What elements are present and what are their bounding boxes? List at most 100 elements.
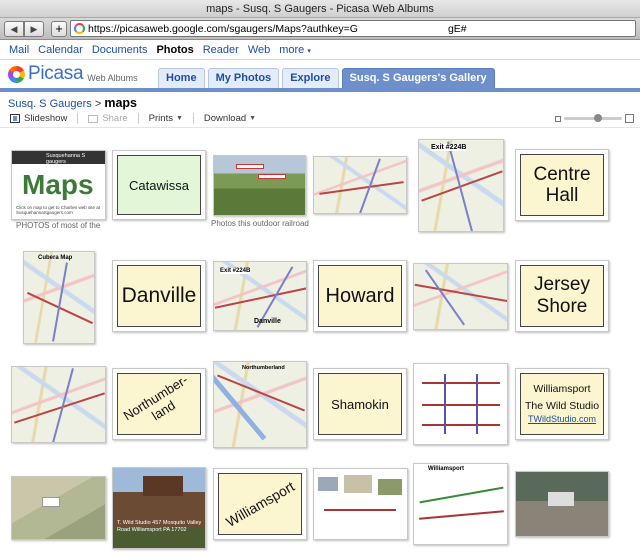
slideshow-label: Slideshow bbox=[24, 113, 68, 124]
map-river bbox=[424, 269, 466, 326]
browser-window: maps - Susq. S Gaugers - Picasa Web Albu… bbox=[0, 0, 640, 558]
divider bbox=[137, 113, 139, 124]
photo-howard[interactable]: Howard bbox=[313, 260, 407, 332]
map-label: Northumberland bbox=[242, 365, 285, 371]
maps-card-note: Click on map to get to Charlies web site… bbox=[16, 205, 101, 215]
photo-railroad-field[interactable] bbox=[213, 155, 306, 216]
road-map bbox=[414, 264, 507, 329]
small-thumbnail-icon bbox=[555, 115, 561, 122]
road-map bbox=[12, 367, 105, 442]
track-diagram bbox=[414, 364, 507, 444]
prints-label: Prints bbox=[148, 113, 173, 124]
house-photo bbox=[516, 472, 608, 536]
thumbnail-size-slider[interactable] bbox=[555, 114, 634, 123]
breadcrumb-owner-link[interactable]: Susq. S Gaugers bbox=[8, 98, 92, 110]
wild-studio-link[interactable]: TWildStudio.com bbox=[528, 413, 596, 426]
photo-map-area[interactable] bbox=[313, 156, 407, 214]
gbar-reader-link[interactable]: Reader bbox=[203, 44, 239, 56]
slideshow-button[interactable]: Slideshow bbox=[10, 113, 67, 124]
back-arrow-icon[interactable]: ◀ bbox=[4, 20, 24, 37]
track-line bbox=[444, 374, 446, 434]
roof bbox=[143, 476, 183, 496]
gbar-more-label: more bbox=[279, 43, 305, 56]
photo-location-collage[interactable] bbox=[313, 468, 408, 540]
photo-shamokin[interactable]: Shamokin bbox=[313, 368, 407, 440]
photo-layout-diagram[interactable] bbox=[413, 363, 508, 445]
photo-catawissa[interactable]: Catawissa bbox=[112, 150, 206, 220]
gbar-mail-link[interactable]: Mail bbox=[9, 44, 29, 56]
card-shamokin: Shamokin bbox=[318, 373, 402, 435]
maps-card-header: Susquehanna S gaugers bbox=[46, 153, 86, 165]
track-line bbox=[422, 404, 500, 406]
photo-grid: Susquehanna S gaugers Maps Click on map … bbox=[0, 131, 640, 558]
photo-northumberland-map[interactable]: Northumberland bbox=[213, 361, 307, 448]
maps-card-title: Maps bbox=[22, 169, 94, 200]
line-map bbox=[414, 464, 507, 544]
northumberland-label: Northumber- land bbox=[120, 371, 190, 424]
photo-studio-building[interactable]: T. Wild Studio 457 Mosquito Valley Road … bbox=[112, 467, 206, 549]
photo-exit-224b-map[interactable]: Exit #224B bbox=[418, 139, 504, 232]
picasa-pinwheel-icon bbox=[8, 65, 25, 83]
card-wild-studio: Williamsport The Wild Studio TWildStudio… bbox=[520, 373, 604, 435]
slider-track[interactable] bbox=[564, 114, 622, 122]
gbar-web-link[interactable]: Web bbox=[248, 44, 270, 56]
address-bar[interactable]: https://picasaweb.google.com/sgaugers/Ma… bbox=[70, 20, 636, 37]
photo-house[interactable] bbox=[515, 471, 609, 537]
chevron-down-icon: ▼ bbox=[175, 115, 183, 122]
prints-menu[interactable]: Prints ▼ bbox=[149, 113, 183, 124]
photo-williamsport[interactable]: Williamsport bbox=[213, 468, 307, 540]
gbar-calendar-link[interactable]: Calendar bbox=[38, 44, 83, 56]
window-title: maps - Susq. S Gaugers - Picasa Web Albu… bbox=[0, 0, 640, 18]
forward-arrow-icon[interactable]: ▶ bbox=[24, 20, 44, 37]
photo-label-box bbox=[258, 174, 286, 179]
share-label: Share bbox=[102, 113, 128, 124]
photo-danville[interactable]: Danville bbox=[112, 260, 206, 332]
map-road bbox=[419, 510, 504, 520]
photo-danville-map[interactable]: Exit #224B Danville bbox=[213, 261, 307, 331]
large-thumbnail-icon bbox=[625, 114, 634, 123]
photo-wild-studio[interactable]: Williamsport The Wild Studio TWildStudio… bbox=[515, 368, 609, 440]
road-map bbox=[214, 362, 306, 447]
google-bar: Mail Calendar Documents Photos Reader We… bbox=[0, 40, 640, 60]
photo-region-map[interactable] bbox=[11, 366, 106, 443]
slider-handle[interactable] bbox=[594, 114, 602, 122]
map-road bbox=[214, 287, 306, 309]
photo-jersey-shore[interactable]: Jersey Shore bbox=[515, 260, 609, 332]
wild-studio-name: The Wild Studio bbox=[524, 399, 600, 412]
photo-maps-title[interactable]: Susquehanna S gaugers Maps Click on map … bbox=[11, 150, 106, 220]
tab-explore[interactable]: Explore bbox=[282, 68, 339, 88]
picasa-header: Picasa Web Albums Home My Photos Explore… bbox=[0, 60, 640, 88]
photo-centre-hall[interactable]: Centre Hall bbox=[515, 149, 609, 221]
photo-northumberland[interactable]: Northumber- land bbox=[112, 368, 206, 440]
chevron-down-icon: ▾ bbox=[307, 47, 311, 55]
map-label: Exit #224B bbox=[220, 268, 251, 274]
tab-home[interactable]: Home bbox=[158, 68, 205, 88]
picasa-tabs: Home My Photos Explore Susq. S Gaugers's… bbox=[158, 68, 495, 88]
photo-howard-map[interactable] bbox=[413, 263, 508, 330]
wild-studio-city: Williamsport bbox=[533, 382, 591, 395]
logo-subtext: Web Albums bbox=[87, 73, 138, 83]
tab-my-photos[interactable]: My Photos bbox=[207, 68, 280, 88]
picasa-logo[interactable]: Picasa Web Albums bbox=[8, 63, 138, 85]
divider bbox=[77, 113, 79, 124]
url-text: https://picasaweb.google.com/sgaugers/Ma… bbox=[88, 22, 358, 35]
card-jersey-shore: Jersey Shore bbox=[520, 265, 604, 327]
album-title: maps bbox=[104, 96, 137, 110]
gbar-photos-link[interactable]: Photos bbox=[156, 44, 193, 56]
breadcrumb-separator: > bbox=[94, 98, 102, 110]
url-tail: gE# bbox=[447, 22, 467, 35]
map-river bbox=[52, 368, 74, 442]
gbar-more-link[interactable]: more ▾ bbox=[279, 44, 311, 56]
photo-caption: PHOTOS of most of the bbox=[16, 221, 101, 230]
download-menu[interactable]: Download ▼ bbox=[204, 113, 256, 124]
collage-photo bbox=[378, 479, 402, 495]
gbar-documents-link[interactable]: Documents bbox=[92, 44, 148, 56]
add-bookmark-button[interactable]: + bbox=[51, 20, 67, 37]
share-button[interactable]: Share bbox=[88, 113, 128, 124]
photo-williamsport-map[interactable]: Williamsport bbox=[413, 463, 508, 545]
photo-satellite-map[interactable] bbox=[11, 476, 106, 540]
tab-gallery[interactable]: Susq. S Gaugers's Gallery bbox=[341, 68, 495, 88]
envelope-icon bbox=[88, 114, 99, 123]
collage-photo bbox=[344, 475, 372, 493]
photo-columbia-map[interactable]: Cubera Map bbox=[23, 251, 95, 344]
